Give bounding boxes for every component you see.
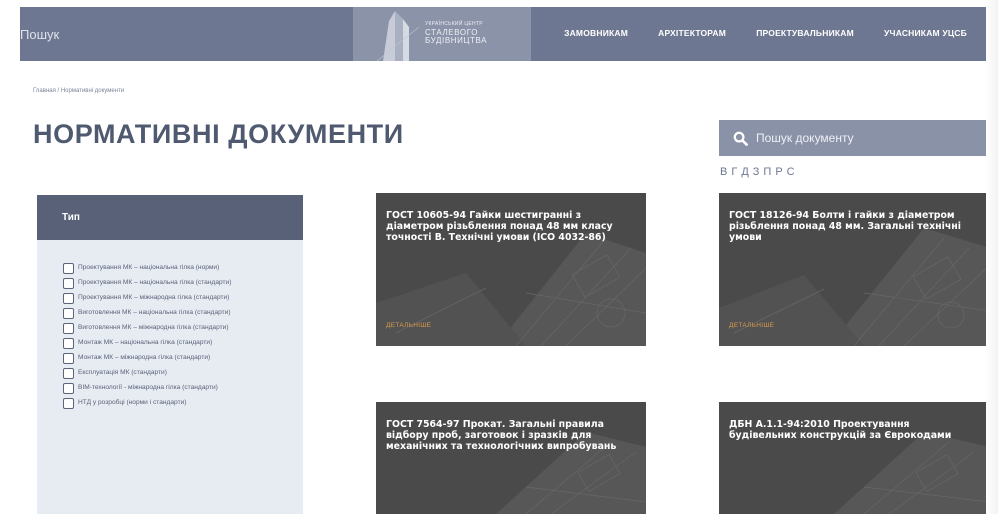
logo-line-3: БУДІВНИЦТВА (425, 36, 488, 45)
filter-option[interactable]: Виготовлення МК – національна гілка (ста… (63, 308, 303, 319)
checkbox[interactable] (63, 293, 74, 304)
filter-option-label: Проектування МК – національна гілка (нор… (78, 264, 220, 271)
card-more-link[interactable]: ДЕТАЛЬНІШЕ (729, 322, 774, 329)
letter-h[interactable]: Г (731, 166, 741, 178)
filter-option[interactable]: BIM-технології - міжнародна гілка (станд… (63, 383, 303, 394)
nav-customers[interactable]: ЗАМОВНИКАМ (564, 28, 628, 38)
letter-p[interactable]: П (763, 166, 775, 178)
filter-option-label: Проектування МК – національна гілка (ста… (78, 279, 232, 286)
main-nav: ЗАМОВНИКАМ АРХІТЕКТОРАМ ПРОЕКТУВАЛЬНИКАМ… (531, 7, 990, 61)
letter-s[interactable]: С (787, 166, 799, 178)
filter-option[interactable]: Проектування МК – національна гілка (ста… (63, 278, 303, 289)
filter-option-label: Проектування МК – міжнародна гілка (стан… (78, 294, 230, 301)
checkbox[interactable] (63, 323, 74, 334)
filter-option-label: НТД у розробці (норми і стандарти) (78, 399, 187, 406)
search-icon[interactable] (733, 131, 748, 146)
logo-mark-icon (376, 11, 420, 61)
site-logo[interactable]: УКРАЇНСЬКИЙ ЦЕНТР СТАЛЕВОГО БУДІВНИЦТВА (353, 7, 531, 61)
filter-option-label: Монтаж МК – національна гілка (стандарти… (78, 339, 213, 346)
filter-option[interactable]: Проектування МК – національна гілка (нор… (63, 263, 303, 274)
checkbox[interactable] (63, 338, 74, 349)
filter-option[interactable]: НТД у розробці (норми і стандарти) (63, 398, 303, 409)
filter-option-label: Виготовлення МК – міжнародна гілка (стан… (78, 324, 229, 331)
logo-line-1: УКРАЇНСЬКИЙ ЦЕНТР (425, 21, 483, 27)
filter-options: Проектування МК – національна гілка (нор… (37, 240, 303, 409)
letter-v[interactable]: В (720, 166, 731, 178)
filter-option-label: BIM-технології - міжнародна гілка (станд… (78, 384, 218, 391)
filter-option-label: Експлуатація МК (стандарти) (78, 369, 167, 376)
header-search-label[interactable]: Пошук (20, 27, 59, 42)
filter-title: Тип (37, 195, 303, 240)
site-header: Пошук УКРАЇНСЬКИЙ ЦЕНТР СТАЛЕВОГО БУДІВН… (20, 7, 990, 61)
checkbox[interactable] (63, 368, 74, 379)
filter-option[interactable]: Експлуатація МК (стандарти) (63, 368, 303, 379)
nav-members[interactable]: УЧАСНИКАМ УЦСБ (884, 28, 967, 38)
card-title[interactable]: ДБН А.1.1-94:2010 Проектування будівельн… (729, 419, 976, 442)
filter-option-label: Виготовлення МК – національна гілка (ста… (78, 309, 231, 316)
filter-option[interactable]: Монтаж МК – національна гілка (стандарти… (63, 338, 303, 349)
checkbox[interactable] (63, 308, 74, 319)
page-title: НОРМАТИВНІ ДОКУМЕНТИ (33, 119, 404, 149)
nav-architects[interactable]: АРХІТЕКТОРАМ (658, 28, 726, 38)
checkbox[interactable] (63, 398, 74, 409)
document-search-input[interactable] (756, 131, 956, 145)
document-card[interactable]: ГОСТ 7564-97 Прокат. Загальні правила ві… (376, 402, 646, 514)
checkbox[interactable] (63, 353, 74, 364)
card-more-link[interactable]: ДЕТАЛЬНІШЕ (386, 322, 431, 329)
type-filter: Тип Проектування МК – національна гілка … (37, 195, 303, 514)
card-title[interactable]: ГОСТ 7564-97 Прокат. Загальні правила ві… (386, 419, 632, 452)
letter-z[interactable]: З (753, 166, 764, 178)
page-edge-shadow (986, 0, 998, 514)
card-title[interactable]: ГОСТ 10605-94 Гайки шестигранні з діамет… (386, 210, 632, 243)
document-card[interactable]: ГОСТ 10605-94 Гайки шестигранні з діамет… (376, 193, 646, 346)
nav-designers[interactable]: ПРОЕКТУВАЛЬНИКАМ (756, 28, 854, 38)
document-card[interactable]: ГОСТ 18126-94 Болти і гайки з діаметром … (719, 193, 990, 346)
filter-option[interactable]: Виготовлення МК – міжнародна гілка (стан… (63, 323, 303, 334)
letter-d[interactable]: Д (741, 166, 752, 178)
letter-r[interactable]: Р (775, 166, 786, 178)
document-card[interactable]: ДБН А.1.1-94:2010 Проектування будівельн… (719, 402, 990, 514)
filter-option[interactable]: Проектування МК – міжнародна гілка (стан… (63, 293, 303, 304)
card-title[interactable]: ГОСТ 18126-94 Болти і гайки з діаметром … (729, 210, 976, 243)
filter-option[interactable]: Монтаж МК – міжнародна гілка (стандарти) (63, 353, 303, 364)
filter-option-label: Монтаж МК – міжнародна гілка (стандарти) (78, 354, 211, 361)
checkbox[interactable] (63, 263, 74, 274)
header-search[interactable]: Пошук (20, 7, 353, 61)
document-search[interactable] (719, 120, 990, 156)
checkbox[interactable] (63, 383, 74, 394)
checkbox[interactable] (63, 278, 74, 289)
alphabet-filter: В Г Д З П Р С (720, 166, 799, 178)
breadcrumb[interactable]: Главная / Нормативні документи (33, 88, 124, 94)
